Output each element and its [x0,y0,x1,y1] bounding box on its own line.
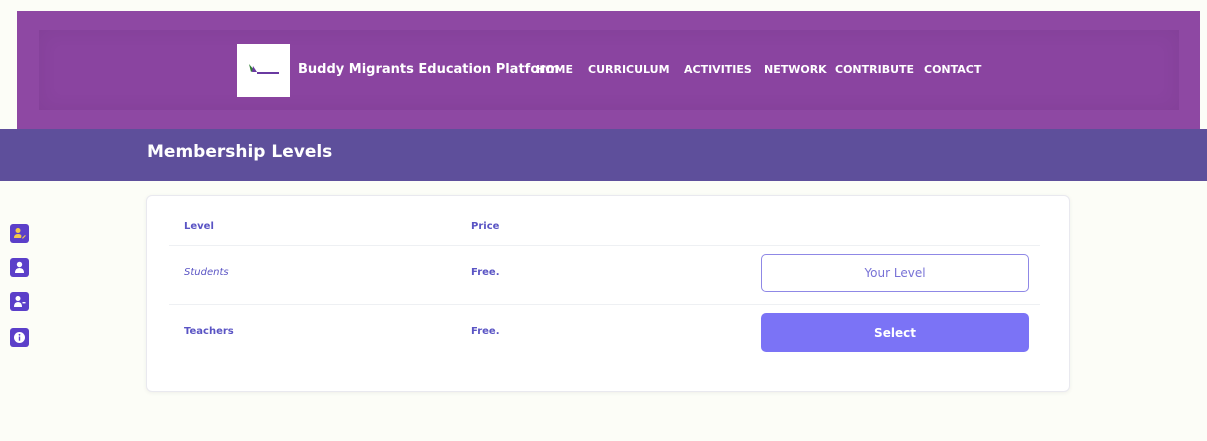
user-icon [15,261,24,273]
column-header-level: Level [184,221,214,232]
user-minus-icon [14,296,26,307]
row-divider [169,304,1040,305]
nav-activities[interactable]: ACTIVITIES [684,63,752,76]
sidebar-button-edit-profile[interactable] [10,224,29,243]
sidebar-button-profile[interactable] [10,258,29,277]
row-teachers-price: Free. [471,326,500,337]
info-icon [14,332,25,343]
your-level-button[interactable]: Your Level [761,254,1029,292]
title-band: Membership Levels [0,129,1207,181]
column-header-price: Price [471,221,500,232]
brand-name[interactable]: Buddy Migrants Education Platform [298,62,559,77]
sidebar-button-remove-user[interactable] [10,292,29,311]
row-divider [169,245,1040,246]
row-students-level: Students [184,267,229,278]
nav-contact[interactable]: CONTACT [924,63,981,76]
brand-logo[interactable] [237,44,290,97]
nav-network[interactable]: NETWORK [764,63,827,76]
logo-bird-icon [248,63,279,74]
row-teachers-level: Teachers [184,326,234,337]
nav-home[interactable]: HOME [536,63,573,76]
membership-table: Level Price Students Free. Your Level Te… [146,195,1070,392]
select-button[interactable]: Select [761,313,1029,352]
nav-curriculum[interactable]: CURRICULUM [588,63,670,76]
user-edit-icon [14,228,26,239]
page-title: Membership Levels [147,142,333,162]
nav-contribute[interactable]: CONTRIBUTE [835,63,914,76]
sidebar-button-info[interactable] [10,328,29,347]
row-students-price: Free. [471,267,500,278]
